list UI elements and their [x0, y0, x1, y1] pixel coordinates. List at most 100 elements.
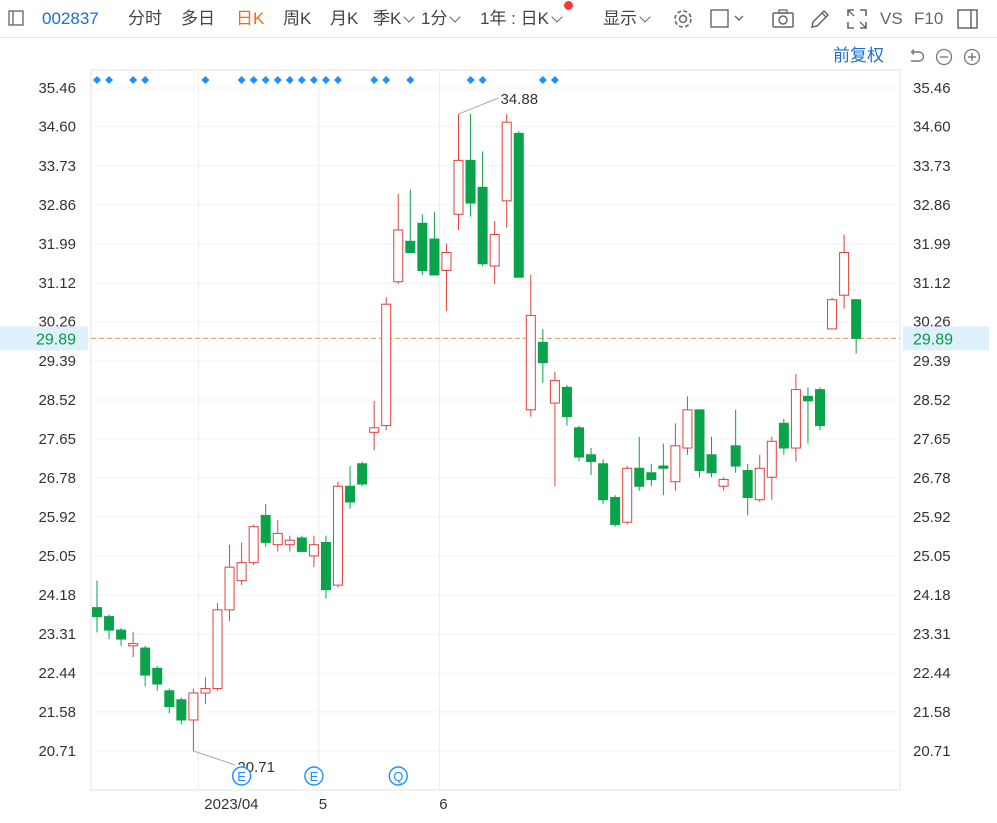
- signal-dot: [93, 76, 101, 84]
- candle: [176, 697, 187, 725]
- stock-code[interactable]: 002837: [42, 0, 99, 38]
- candle: [790, 373, 801, 462]
- candle: [622, 466, 633, 525]
- y-tick-label-left: 25.92: [38, 509, 76, 526]
- current-price-label-right: 29.89: [913, 331, 953, 348]
- panel-toggle-icon[interactable]: [956, 7, 980, 31]
- candle: [718, 477, 729, 491]
- candle-body: [561, 386, 572, 418]
- candle-body: [296, 537, 307, 552]
- candle: [441, 243, 452, 311]
- pencil-icon[interactable]: [808, 7, 832, 31]
- candle: [296, 535, 307, 552]
- y-tick-label-right: 25.05: [913, 548, 951, 565]
- tab-intraday[interactable]: 分时: [128, 0, 162, 38]
- candle: [730, 409, 741, 473]
- y-tick-label-left: 31.99: [38, 236, 76, 253]
- x-tick-label: 6: [439, 796, 447, 813]
- candle-body: [851, 299, 862, 339]
- candle: [489, 221, 500, 284]
- candle: [778, 418, 789, 455]
- camera-icon[interactable]: [771, 7, 795, 31]
- tab-multiday[interactable]: 多日: [181, 0, 215, 38]
- candle-body: [634, 467, 645, 487]
- y-tick-label-left: 25.05: [38, 548, 76, 565]
- candle: [212, 603, 223, 691]
- signal-dot: [201, 76, 210, 84]
- zoom-out-icon[interactable]: [935, 48, 953, 66]
- signal-dot: [105, 76, 114, 84]
- candle: [272, 519, 283, 552]
- candle-body: [513, 132, 524, 278]
- tab-weekly-k[interactable]: 周K: [283, 0, 311, 38]
- display-menu-label: 显示: [603, 9, 637, 28]
- range-select[interactable]: 1年 : 日K: [480, 0, 563, 38]
- fullscreen-icon[interactable]: [845, 7, 869, 31]
- candle: [634, 436, 645, 491]
- candle: [357, 461, 368, 487]
- candle: [152, 666, 163, 691]
- candle-body: [308, 544, 319, 557]
- event-marker: [231, 766, 252, 786]
- tab-quarterly-k[interactable]: 季K: [373, 0, 416, 38]
- price-adjust-label[interactable]: 前复权: [833, 42, 884, 70]
- candle: [501, 114, 512, 228]
- candle-body: [116, 629, 127, 640]
- candle: [128, 632, 139, 658]
- candle-body: [284, 539, 295, 546]
- vs-button[interactable]: VS: [880, 0, 903, 38]
- tab-quarterly-k-label: 季K: [373, 9, 402, 28]
- candle: [598, 459, 609, 505]
- candle: [116, 627, 127, 646]
- tab-1min[interactable]: 1分: [421, 0, 462, 38]
- candle-body: [441, 252, 452, 271]
- tab-daily-k[interactable]: 日K: [236, 0, 264, 38]
- signal-dot: [334, 76, 342, 84]
- tab-monthly-k[interactable]: 月K: [330, 0, 358, 38]
- candle-body: [200, 688, 211, 694]
- kline-chart[interactable]: 35.46 35.46 34.60 34.60 33.73 33.73 32.86 32.86…: [0, 0, 997, 823]
- candle: [537, 328, 548, 383]
- y-tick-label-left: 23.31: [38, 626, 76, 643]
- candle-body: [393, 229, 404, 283]
- candle: [766, 436, 777, 500]
- candle-body: [224, 566, 235, 611]
- candle-body: [260, 514, 271, 543]
- signal-dot: [285, 76, 294, 84]
- candle-body: [176, 699, 187, 721]
- candle: [610, 495, 621, 527]
- undo-icon[interactable]: [907, 48, 925, 66]
- y-tick-label-right: 20.71: [913, 743, 951, 760]
- y-tick-label-left: 32.86: [38, 197, 76, 214]
- y-tick-label-left: 33.73: [38, 158, 76, 175]
- y-tick-label-left: 21.58: [38, 704, 76, 721]
- y-tick-label-right: 31.99: [913, 236, 951, 253]
- candle-body: [128, 643, 139, 647]
- candle-body: [802, 395, 813, 402]
- candle-body: [92, 607, 102, 618]
- y-tick-label-left: 27.65: [38, 431, 76, 448]
- candle: [682, 396, 693, 455]
- y-tick-label-left: 31.12: [38, 275, 76, 292]
- overlay-toggle-icon[interactable]: [709, 7, 744, 31]
- gear-icon[interactable]: [671, 7, 695, 31]
- candle-body: [525, 314, 536, 411]
- zoom-in-icon[interactable]: [963, 48, 981, 66]
- y-tick-label-right: 21.58: [913, 704, 951, 721]
- signal-dot: [249, 76, 258, 84]
- candle: [333, 481, 343, 588]
- signal-dot: [406, 76, 415, 84]
- signal-dot: [129, 76, 138, 84]
- signal-dot: [370, 76, 379, 84]
- y-tick-label-right: 35.46: [913, 80, 951, 97]
- tab-1min-label: 1分: [421, 9, 448, 28]
- candle: [465, 114, 476, 217]
- display-menu[interactable]: 显示: [603, 0, 651, 38]
- candle-body: [706, 454, 717, 474]
- sidebar-toggle-icon[interactable]: [8, 10, 24, 26]
- f10-button[interactable]: F10: [914, 0, 943, 38]
- candle-body: [152, 667, 163, 685]
- x-tick-label: 5: [319, 796, 327, 813]
- chevron-down-icon: [639, 11, 651, 23]
- candle: [802, 387, 813, 444]
